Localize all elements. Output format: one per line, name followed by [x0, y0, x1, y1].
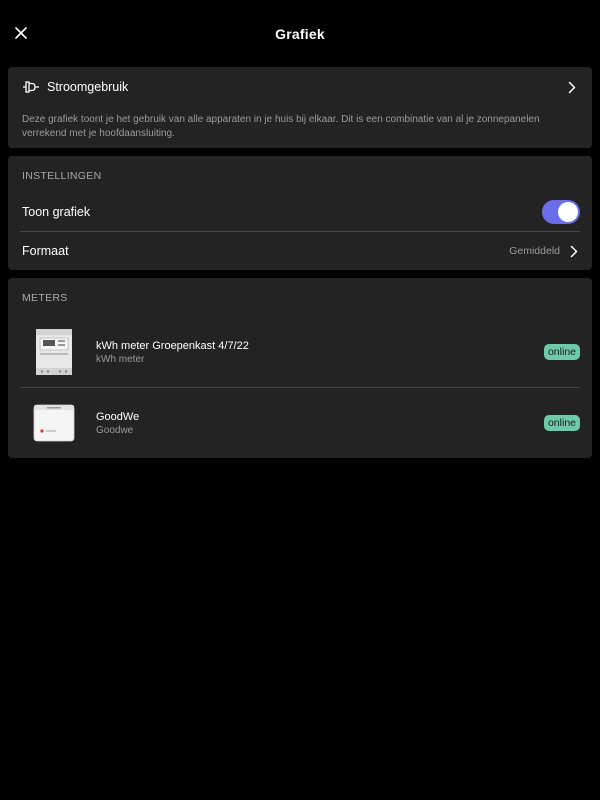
show-chart-toggle[interactable] — [542, 200, 580, 224]
meter-type: kWh meter — [96, 353, 145, 365]
meter-name: GoodWe — [96, 410, 140, 423]
source-description: Deze grafiek toont je het gebruik van al… — [22, 114, 540, 139]
close-button[interactable] — [10, 22, 32, 44]
format-value: Gemiddeld — [509, 245, 560, 257]
top-bar: Grafiek — [0, 0, 600, 67]
meter-row[interactable]: GoodWe Goodwe online — [8, 388, 592, 458]
meter-name: kWh meter Groepenkast 4/7/22 — [96, 339, 249, 352]
page-title: Grafiek — [275, 25, 325, 42]
show-chart-row: Toon grafiek — [8, 193, 580, 231]
meter-row[interactable]: kWh meter Groepenkast 4/7/22 kWh meter o… — [8, 317, 592, 387]
format-row[interactable]: Formaat Gemiddeld — [8, 232, 580, 270]
source-label: Stroomgebruik — [47, 80, 129, 94]
show-chart-label: Toon grafiek — [22, 205, 91, 219]
source-selector[interactable]: Stroomgebruik — [8, 67, 592, 107]
close-icon — [15, 27, 27, 39]
settings-card: INSTELLINGEN Toon grafiek Formaat Gemidd… — [8, 156, 592, 270]
meters-card: METERS kWh meter Groepenkast 4/7/22 kWh … — [8, 278, 592, 458]
meter-type: Goodwe — [96, 424, 134, 436]
toggle-knob — [558, 202, 578, 222]
chevron-right-icon — [566, 80, 578, 94]
plug-icon — [22, 78, 40, 96]
status-badge: online — [543, 344, 580, 360]
meters-section-title: METERS — [22, 292, 68, 304]
format-label: Formaat — [22, 244, 69, 258]
inverter-image — [26, 395, 82, 451]
status-badge: online — [543, 415, 580, 431]
chevron-right-icon — [568, 244, 580, 258]
settings-section-title: INSTELLINGEN — [22, 170, 102, 182]
kwh-meter-image — [26, 324, 82, 380]
source-card: Stroomgebruik Deze grafiek toont je het … — [8, 67, 592, 148]
